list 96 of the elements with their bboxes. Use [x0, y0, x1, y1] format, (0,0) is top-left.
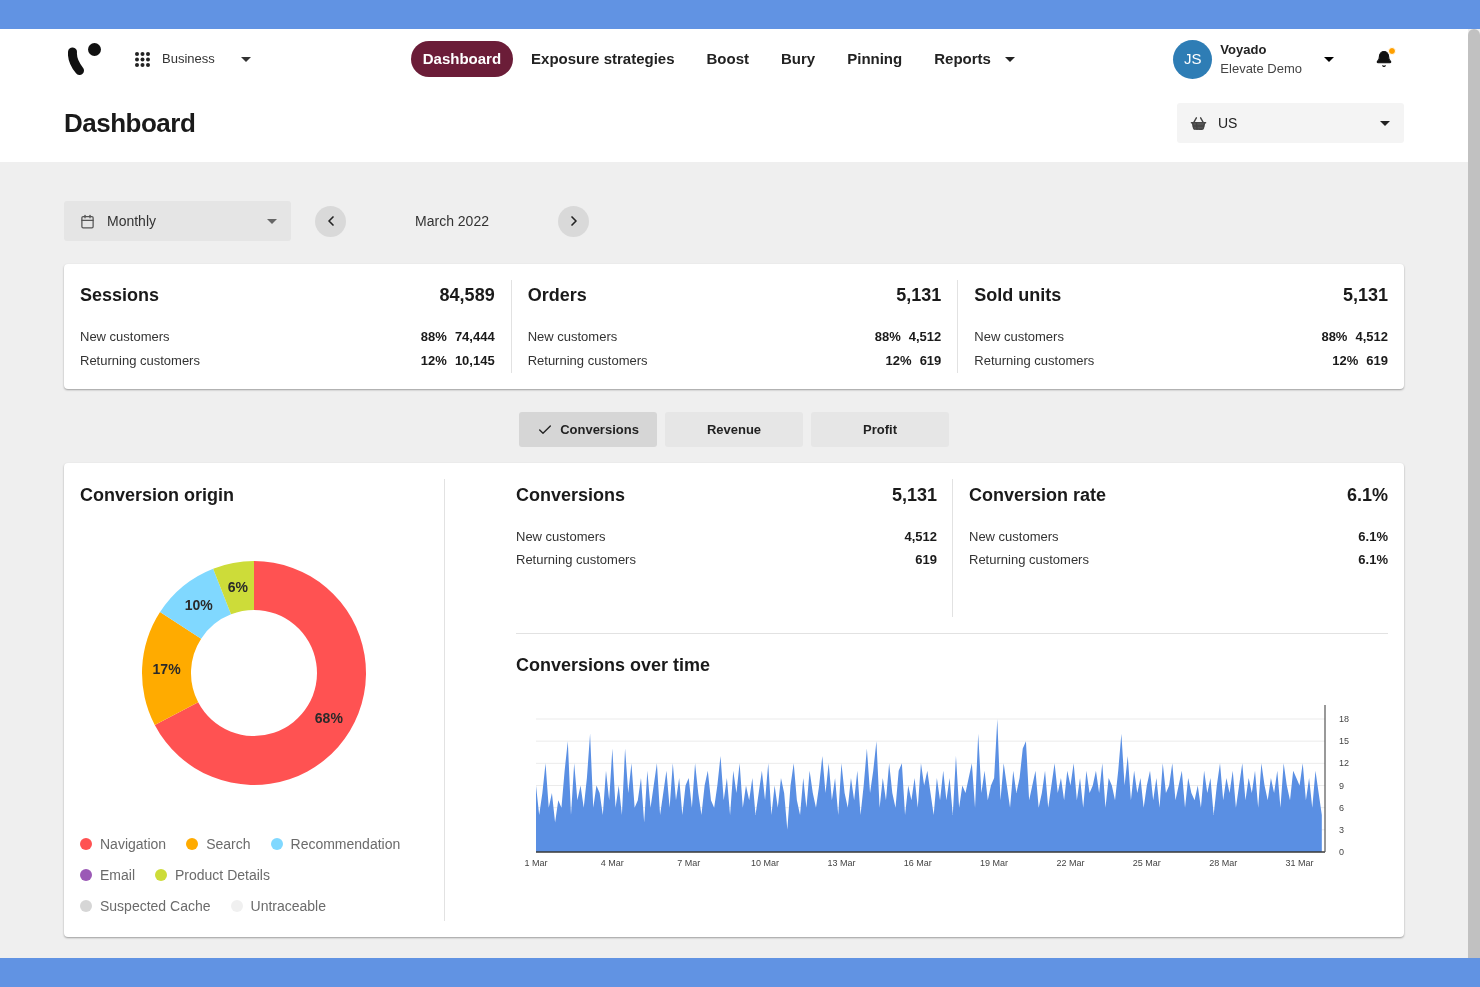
metric-tab[interactable]: Profit: [811, 412, 949, 447]
caret-icon: [1380, 120, 1390, 126]
slice-label: 6%: [227, 579, 248, 595]
row-share: 88%: [420, 328, 447, 346]
row-share: 12%: [420, 352, 447, 370]
row-label: New customers: [516, 528, 606, 546]
slice-label: 68%: [314, 710, 343, 727]
row-label: New customers: [80, 328, 170, 346]
axis-label: 7 Mar: [677, 858, 701, 868]
row-share: 88%: [874, 328, 901, 346]
period-select[interactable]: Monthly: [64, 201, 291, 241]
row-value: 74,444: [454, 328, 495, 346]
row-label: Returning customers: [974, 352, 1095, 370]
caret-icon: [267, 218, 277, 224]
axis-label: 9: [1339, 780, 1344, 791]
logo-icon[interactable]: [68, 43, 101, 75]
axis-label: 3: [1339, 824, 1344, 835]
calendar-icon: [80, 213, 95, 229]
axis-label: 22 Mar: [1056, 858, 1085, 868]
legend-label: Navigation: [100, 834, 167, 854]
nav-tab[interactable]: Pinning: [833, 41, 917, 77]
row-label: New customers: [974, 328, 1064, 346]
row-share: 12%: [885, 352, 912, 370]
stat-value: 5,131: [1342, 283, 1388, 307]
axis-label: 16 Mar: [903, 858, 932, 868]
legend-label: Search: [206, 834, 251, 854]
axis-label: 13 Mar: [827, 858, 856, 868]
account-menu[interactable]: Voyado Elevate Demo: [1220, 40, 1334, 78]
axis-label: 0: [1339, 847, 1344, 857]
row-label: Returning customers: [969, 551, 1089, 569]
row-label: Returning customers: [527, 352, 648, 370]
workspace-switcher[interactable]: Business: [135, 49, 251, 69]
caret-icon: [240, 56, 251, 62]
stat-title: Conversion rate: [969, 483, 1107, 507]
stat-value: 6.1%: [1346, 483, 1388, 507]
user-avatar: JS: [1173, 39, 1213, 79]
caret-icon: [1324, 56, 1334, 62]
row-share: 12%: [1332, 352, 1359, 370]
nav-tab[interactable]: Bury: [767, 41, 830, 77]
row-label: New customers: [527, 328, 618, 346]
notifications-button[interactable]: [1374, 48, 1394, 70]
row-value: 6.1%: [1358, 528, 1388, 546]
row-value: 619: [919, 352, 942, 370]
scrollbar[interactable]: [1468, 29, 1480, 958]
panel-title: Conversion origin: [80, 483, 234, 507]
stat-title: Orders: [527, 283, 587, 307]
legend-label: Suspected Cache: [100, 896, 211, 916]
axis-label: 4 Mar: [600, 858, 624, 868]
row-value: 619: [1366, 352, 1388, 370]
row-share: 88%: [1321, 328, 1348, 346]
nav-tab[interactable]: Dashboard: [410, 41, 514, 77]
legend-label: Untraceable: [250, 896, 327, 916]
stat-title: Sold units: [974, 283, 1062, 307]
period-label: March 2022: [414, 211, 490, 231]
nav-tab[interactable]: Boost: [692, 41, 763, 77]
next-button[interactable]: [558, 205, 589, 237]
slice-label: 17%: [152, 660, 181, 677]
axis-label: 18: [1339, 714, 1349, 724]
apps-grid-icon: [135, 51, 150, 67]
axis-label: 28 Mar: [1209, 858, 1238, 868]
stat-title: Conversions: [516, 483, 626, 507]
stat-value: 5,131: [896, 283, 942, 307]
row-value: 10,145: [454, 352, 495, 370]
stat-title: Sessions: [80, 283, 160, 307]
previous-button[interactable]: [315, 205, 346, 237]
axis-label: 12: [1339, 758, 1349, 769]
nav-tab[interactable]: Exposure strategies: [517, 41, 689, 77]
slice-label: 10%: [184, 597, 213, 614]
axis-label: 1 Mar: [524, 858, 548, 868]
page-title: Dashboard: [64, 106, 196, 140]
chart-title: Conversions over time: [516, 653, 711, 677]
legend-label: Recommendation: [290, 834, 401, 854]
store-select[interactable]: US: [1177, 103, 1404, 143]
axis-label: 31 Mar: [1285, 858, 1314, 868]
axis-label: 19 Mar: [980, 858, 1009, 868]
legend-label: Email: [100, 865, 135, 885]
stat-value: 84,589: [439, 283, 495, 307]
row-label: New customers: [969, 528, 1059, 546]
row-value: 4,512: [904, 528, 937, 546]
row-value: 4,512: [908, 328, 942, 346]
basket-icon: [1189, 114, 1208, 132]
axis-label: 10 Mar: [751, 858, 780, 868]
row-label: Returning customers: [80, 352, 200, 370]
row-label: Returning customers: [516, 551, 636, 569]
row-value: 4,512: [1355, 328, 1388, 346]
axis-label: 6: [1339, 802, 1344, 813]
metric-tab[interactable]: Conversions: [519, 412, 657, 447]
metric-tab[interactable]: Revenue: [665, 412, 803, 447]
axis-label: 25 Mar: [1132, 858, 1161, 868]
bell-icon: [1375, 49, 1393, 69]
row-value: 6.1%: [1358, 551, 1388, 569]
legend-label: Product Details: [175, 865, 270, 885]
nav-tab[interactable]: Reports: [920, 41, 1029, 77]
stat-value: 5,131: [891, 483, 937, 507]
row-value: 619: [915, 551, 937, 569]
axis-label: 15: [1339, 736, 1349, 747]
